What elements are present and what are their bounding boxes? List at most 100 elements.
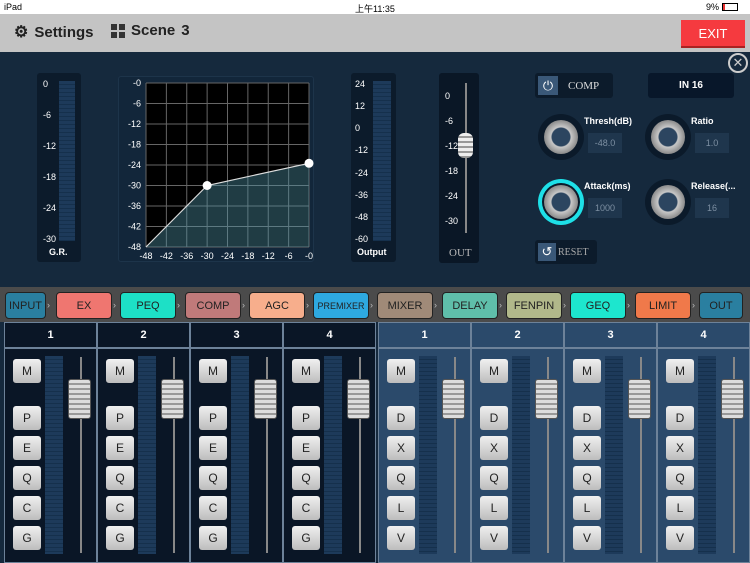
module-comp[interactable]: COMP (185, 292, 241, 319)
knob-attack-ms[interactable] (538, 179, 584, 225)
channel-button-c[interactable]: C (13, 496, 41, 520)
out-fader[interactable]: 0 -6 -12 -18 -24 -30 OUT (439, 73, 479, 263)
channel-header[interactable]: 1 (379, 323, 470, 349)
comp-power-button[interactable]: ⏻ COMP (535, 73, 613, 98)
channel-fader-knob[interactable] (442, 379, 465, 419)
channel-select[interactable]: IN 16 (648, 73, 734, 98)
channel-button-l[interactable]: L (573, 496, 601, 520)
channel-header[interactable]: 3 (565, 323, 656, 349)
module-fenpin[interactable]: FENPIN (506, 292, 562, 319)
channel-fader-knob[interactable] (721, 379, 744, 419)
curve-handle[interactable] (304, 158, 314, 168)
channel-button-q[interactable]: Q (199, 466, 227, 490)
channel-header[interactable]: 2 (472, 323, 563, 349)
channel-button-q[interactable]: Q (573, 466, 601, 490)
module-peq[interactable]: PEQ (120, 292, 176, 319)
channel-button-m[interactable]: M (666, 359, 694, 383)
channel-button-v[interactable]: V (387, 526, 415, 550)
channel-button-x[interactable]: X (573, 436, 601, 460)
channel-button-l[interactable]: L (480, 496, 508, 520)
meter-tick: -48 (355, 211, 369, 222)
channel-button-p[interactable]: P (106, 406, 134, 430)
channel-button-m[interactable]: M (199, 359, 227, 383)
channel-button-m[interactable]: M (13, 359, 41, 383)
module-agc[interactable]: AGC (249, 292, 305, 319)
close-icon[interactable]: ✕ (728, 53, 748, 73)
channel-button-d[interactable]: D (480, 406, 508, 430)
channel-button-l[interactable]: L (666, 496, 694, 520)
channel-button-m[interactable]: M (292, 359, 320, 383)
comp-graph[interactable]: -48 -42 -36 -30 -24 -18 -12 -6 -0 -0 -6 -12 -18 -24 -3… (118, 76, 314, 262)
channel-button-q[interactable]: Q (106, 466, 134, 490)
channel-button-v[interactable]: V (666, 526, 694, 550)
channel-header[interactable]: 1 (5, 323, 96, 349)
channel-button-p[interactable]: P (13, 406, 41, 430)
channel-button-x[interactable]: X (666, 436, 694, 460)
channel-button-g[interactable]: G (106, 526, 134, 550)
channel-button-m[interactable]: M (480, 359, 508, 383)
module-ex[interactable]: EX (56, 292, 112, 319)
channel-fader-knob[interactable] (161, 379, 184, 419)
module-geq[interactable]: GEQ (570, 292, 626, 319)
channel-button-d[interactable]: D (387, 406, 415, 430)
channel-button-v[interactable]: V (480, 526, 508, 550)
channel-button-q[interactable]: Q (666, 466, 694, 490)
channel-button-c[interactable]: C (292, 496, 320, 520)
channel-header[interactable]: 4 (284, 323, 375, 349)
scene-button[interactable]: Scene 3 (111, 22, 190, 39)
channel-button-e[interactable]: E (292, 436, 320, 460)
channel-button-x[interactable]: X (387, 436, 415, 460)
channel-button-x[interactable]: X (480, 436, 508, 460)
channel-button-m[interactable]: M (387, 359, 415, 383)
channel-header[interactable]: 2 (98, 323, 189, 349)
module-limit[interactable]: LIMIT (635, 292, 691, 319)
channel-fader-knob[interactable] (347, 379, 370, 419)
channel-button-c[interactable]: C (199, 496, 227, 520)
knob-release[interactable] (645, 179, 691, 225)
knob-ring (651, 185, 685, 219)
channel-fader-knob[interactable] (254, 379, 277, 419)
channel-button-m[interactable]: M (106, 359, 134, 383)
channel-header[interactable]: 4 (658, 323, 749, 349)
knob-value[interactable]: 1.0 (695, 133, 729, 153)
channel-button-g[interactable]: G (13, 526, 41, 550)
channel-button-e[interactable]: E (199, 436, 227, 460)
channel-button-v[interactable]: V (573, 526, 601, 550)
channel-button-d[interactable]: D (666, 406, 694, 430)
knob-value[interactable]: 16 (695, 198, 729, 218)
module-input[interactable]: INPUT (5, 292, 46, 319)
channel-fader-knob[interactable] (628, 379, 651, 419)
channel-button-q[interactable]: Q (292, 466, 320, 490)
module-delay[interactable]: DELAY (442, 292, 498, 319)
channel-fader-knob[interactable] (68, 379, 91, 419)
curve-handle[interactable] (202, 181, 212, 190)
x-tick-label: -18 (241, 251, 254, 261)
knob-value[interactable]: 1000 (588, 198, 622, 218)
channel-header[interactable]: 3 (191, 323, 282, 349)
exit-button[interactable]: EXIT (681, 20, 745, 46)
module-premixer[interactable]: PREMIXER (313, 292, 369, 319)
channel-button-q[interactable]: Q (480, 466, 508, 490)
channel-button-e[interactable]: E (106, 436, 134, 460)
settings-button[interactable]: ⚙ Settings (14, 22, 94, 42)
channel-button-e[interactable]: E (13, 436, 41, 460)
channel-button-g[interactable]: G (199, 526, 227, 550)
channel-button-m[interactable]: M (573, 359, 601, 383)
x-tick-label: -6 (285, 251, 293, 261)
channel-button-l[interactable]: L (387, 496, 415, 520)
reset-button[interactable]: ↺ RESET (535, 240, 597, 264)
knob-thresh-db[interactable] (538, 114, 584, 160)
knob-ratio[interactable] (645, 114, 691, 160)
module-mixer[interactable]: MIXER (377, 292, 433, 319)
channel-button-q[interactable]: Q (387, 466, 415, 490)
channel-button-c[interactable]: C (106, 496, 134, 520)
channel-button-g[interactable]: G (292, 526, 320, 550)
module-out[interactable]: OUT (699, 292, 743, 319)
channel-button-p[interactable]: P (292, 406, 320, 430)
out-fader-knob[interactable] (458, 133, 473, 158)
channel-button-p[interactable]: P (199, 406, 227, 430)
channel-button-d[interactable]: D (573, 406, 601, 430)
knob-value[interactable]: -48.0 (588, 133, 622, 153)
channel-fader-knob[interactable] (535, 379, 558, 419)
channel-button-q[interactable]: Q (13, 466, 41, 490)
